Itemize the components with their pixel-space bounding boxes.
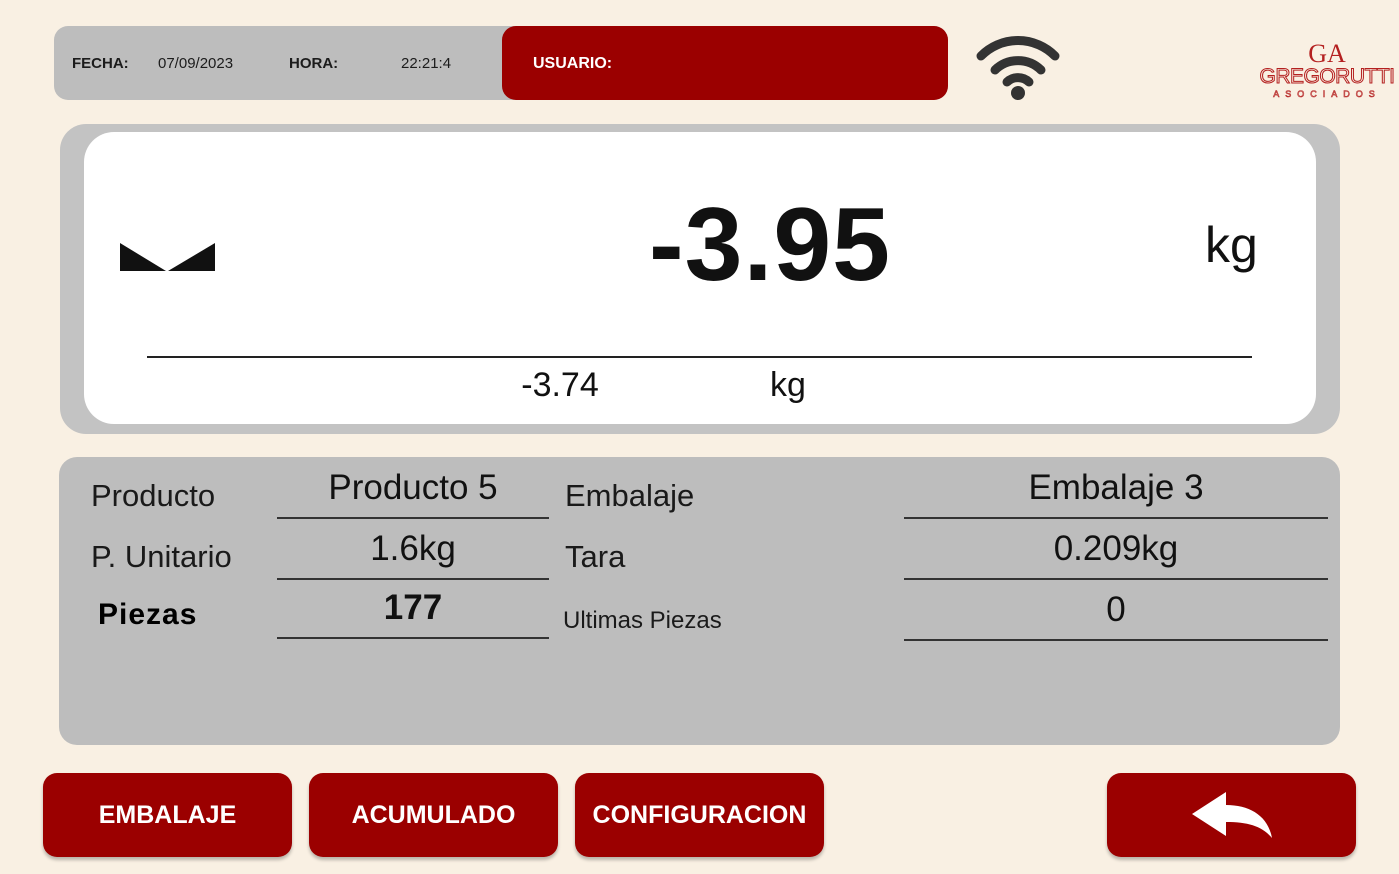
ultimas-piezas-field[interactable]: 0: [904, 581, 1328, 641]
svg-text:GREGORUTTI: GREGORUTTI: [1260, 65, 1394, 88]
secondary-weight-value: -3.74: [521, 366, 599, 404]
unstable-indicator-icon: [120, 243, 216, 273]
secondary-weight-unit: kg: [770, 366, 806, 404]
svg-text:GA: GA: [1308, 39, 1346, 68]
main-weight-unit: kg: [1205, 217, 1258, 273]
embalaje-label: Embalaje: [565, 478, 695, 513]
unitario-label: P. Unitario: [91, 539, 232, 574]
fecha-value: 07/09/2023: [158, 55, 234, 72]
producto-field[interactable]: Producto 5: [277, 459, 549, 519]
configuracion-button[interactable]: CONFIGURACION: [575, 773, 824, 857]
company-logo: GA GREGORUTTI ASOCIADOS: [1259, 36, 1396, 102]
display-divider: [147, 356, 1252, 358]
acumulado-button[interactable]: ACUMULADO: [309, 773, 558, 857]
piezas-label: Piezas: [98, 598, 198, 631]
producto-label: Producto: [91, 478, 216, 513]
main-weight-value: -3.95: [648, 187, 892, 303]
wifi-icon[interactable]: [975, 26, 1061, 102]
svg-text:ASOCIADOS: ASOCIADOS: [1273, 89, 1381, 99]
back-button[interactable]: [1107, 773, 1356, 857]
ultimas-piezas-label: Ultimas Piezas: [563, 607, 722, 634]
usuario-label: USUARIO:: [533, 55, 613, 72]
tara-field[interactable]: 0.209kg: [904, 520, 1328, 580]
piezas-field[interactable]: 177: [277, 579, 549, 639]
embalaje-button[interactable]: EMBALAJE: [43, 773, 292, 857]
hora-value: 22:21:4: [401, 55, 452, 72]
hora-label: HORA:: [289, 55, 339, 72]
back-arrow-icon: [1190, 790, 1274, 842]
tara-label: Tara: [565, 539, 626, 574]
unitario-field[interactable]: 1.6kg: [277, 520, 549, 580]
fecha-label: FECHA:: [72, 55, 129, 72]
embalaje-field[interactable]: Embalaje 3: [904, 459, 1328, 519]
